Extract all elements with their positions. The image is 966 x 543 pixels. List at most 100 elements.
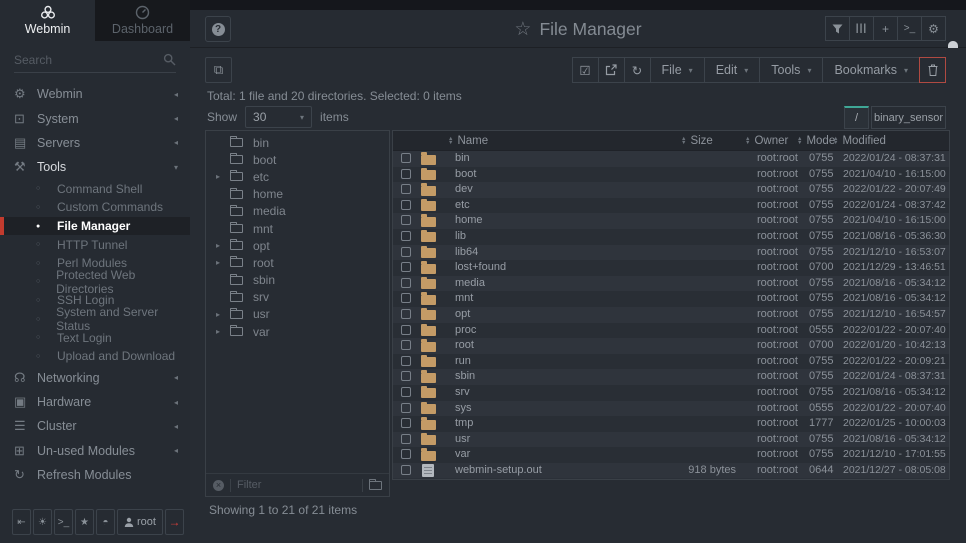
tree-item-usr[interactable]: ▸usr — [206, 306, 389, 323]
row-checkbox[interactable] — [401, 231, 411, 241]
row-checkbox[interactable] — [401, 247, 411, 257]
add-button[interactable]: + — [873, 16, 898, 41]
cell-name[interactable]: lib — [455, 229, 466, 245]
cell-name[interactable]: sbin — [455, 369, 475, 385]
path-segment-input[interactable] — [871, 106, 946, 129]
cell-name[interactable]: etc — [455, 198, 470, 214]
tree-item-media[interactable]: media — [206, 203, 389, 220]
tree-filter-input[interactable] — [237, 479, 356, 491]
cell-name[interactable]: lost+found — [455, 260, 506, 276]
theme-button[interactable]: ☀ — [33, 509, 52, 535]
sidebar-category-servers[interactable]: ▤Servers◂ — [0, 131, 190, 155]
sidebar-item-upload-and-download[interactable]: ○Upload and Download — [0, 347, 190, 366]
table-row-home[interactable]: homeroot:root07552021/04/10 - 16:15:00 — [393, 213, 949, 229]
row-checkbox[interactable] — [401, 340, 411, 350]
row-checkbox[interactable] — [401, 153, 411, 163]
cell-name[interactable]: mnt — [455, 291, 473, 307]
column-header-name[interactable]: ▲▼Name — [448, 131, 488, 151]
sidebar-item-file-manager[interactable]: ●File Manager — [0, 217, 190, 236]
tree-item-home[interactable]: home — [206, 186, 389, 203]
tree-item-srv[interactable]: srv — [206, 289, 389, 306]
cell-name[interactable]: tmp — [455, 416, 473, 432]
table-row-opt[interactable]: optroot:root07552021/12/10 - 16:54:57 — [393, 307, 949, 323]
tree-item-bin[interactable]: bin — [206, 134, 389, 151]
row-checkbox[interactable] — [401, 403, 411, 413]
table-row-root[interactable]: rootroot:root07002022/01/20 - 10:42:13 — [393, 338, 949, 354]
table-row-boot[interactable]: bootroot:root07552021/04/10 - 16:15:00 — [393, 167, 949, 183]
table-row-var[interactable]: varroot:root07552021/12/10 - 17:01:55 — [393, 447, 949, 463]
sidebar-item-http-tunnel[interactable]: ○HTTP Tunnel — [0, 235, 190, 254]
edit-menu-button[interactable]: Edit ▾ — [704, 57, 761, 83]
cell-name[interactable]: var — [455, 447, 470, 463]
row-checkbox[interactable] — [401, 449, 411, 459]
table-row-mnt[interactable]: mntroot:root07552021/08/16 - 05:34:12 — [393, 291, 949, 307]
tree-item-mnt[interactable]: mnt — [206, 220, 389, 237]
terminal-button[interactable]: >_ — [897, 16, 922, 41]
clone-panel-button[interactable]: ⧉ — [205, 57, 232, 83]
tree-item-boot[interactable]: boot — [206, 151, 389, 168]
row-checkbox[interactable] — [401, 309, 411, 319]
table-row-sys[interactable]: sysroot:root05552022/01/22 - 20:07:40 — [393, 401, 949, 417]
column-header-owner[interactable]: ▲▼Owner — [745, 131, 788, 151]
table-row-sbin[interactable]: sbinroot:root07552022/01/24 - 08:37:31 — [393, 369, 949, 385]
row-checkbox[interactable] — [401, 434, 411, 444]
root-path-button[interactable]: / — [844, 106, 869, 129]
table-row-srv[interactable]: srvroot:root07552021/08/16 - 05:34:12 — [393, 385, 949, 401]
sidebar-item-protected-web-directories[interactable]: ○Protected Web Directories — [0, 273, 190, 292]
language-button[interactable]: ◓ — [96, 509, 115, 535]
select-all-button[interactable]: ☑ — [572, 57, 599, 83]
column-header-mode[interactable]: ▲▼Mode — [797, 131, 835, 151]
cell-name[interactable]: boot — [455, 167, 476, 183]
refresh-button[interactable]: ↻ — [624, 57, 651, 83]
cell-name[interactable]: bin — [455, 151, 470, 167]
trash-button[interactable] — [919, 57, 946, 83]
search-input[interactable] — [14, 53, 154, 67]
cell-name[interactable]: srv — [455, 385, 470, 401]
table-row-proc[interactable]: procroot:root05552022/01/22 - 20:07:40 — [393, 323, 949, 339]
table-row-tmp[interactable]: tmproot:root17772022/01/25 - 10:00:03 — [393, 416, 949, 432]
sidebar-category-networking[interactable]: ☊Networking◂ — [0, 366, 190, 390]
sidebar-category-refresh-modules[interactable]: ↻Refresh Modules — [0, 463, 190, 487]
cell-name[interactable]: run — [455, 354, 471, 370]
row-checkbox[interactable] — [401, 371, 411, 381]
favorite-star-icon[interactable]: ☆ — [514, 20, 531, 39]
cell-name[interactable]: webmin-setup.out — [455, 463, 542, 479]
tree-item-etc[interactable]: ▸etc — [206, 168, 389, 185]
sidebar-category-system[interactable]: ⊡System◂ — [0, 106, 190, 130]
row-checkbox[interactable] — [401, 387, 411, 397]
tools-menu-button[interactable]: Tools ▾ — [759, 57, 823, 83]
cell-name[interactable]: sys — [455, 401, 472, 417]
row-checkbox[interactable] — [401, 278, 411, 288]
tree-item-opt[interactable]: ▸opt — [206, 237, 389, 254]
row-checkbox[interactable] — [401, 169, 411, 179]
column-header-modified[interactable]: ▲▼Modified — [833, 131, 886, 151]
cell-name[interactable]: media — [455, 276, 485, 292]
collapse-sidebar-button[interactable]: ⇤ — [12, 509, 31, 535]
sidebar-category-hardware[interactable]: ▣Hardware◂ — [0, 390, 190, 414]
row-checkbox[interactable] — [401, 262, 411, 272]
bookmarks-menu-button[interactable]: Bookmarks ▾ — [822, 57, 920, 83]
row-checkbox[interactable] — [401, 184, 411, 194]
cell-name[interactable]: root — [455, 338, 474, 354]
cell-name[interactable]: usr — [455, 432, 470, 448]
sidebar-category-un-used-modules[interactable]: ⊞Un-used Modules◂ — [0, 439, 190, 463]
row-checkbox[interactable] — [401, 200, 411, 210]
sidebar-category-cluster[interactable]: ☰Cluster◂ — [0, 414, 190, 438]
table-row-lost-found[interactable]: lost+foundroot:root07002021/12/29 - 13:4… — [393, 260, 949, 276]
tree-item-root[interactable]: ▸root — [206, 254, 389, 271]
row-checkbox[interactable] — [401, 325, 411, 335]
row-checkbox[interactable] — [401, 465, 411, 475]
shell-button[interactable]: >_ — [54, 509, 73, 535]
file-menu-button[interactable]: File ▾ — [650, 57, 705, 83]
filter-button[interactable] — [825, 16, 850, 41]
row-checkbox[interactable] — [401, 356, 411, 366]
column-header-size[interactable]: ▲▼Size — [681, 131, 713, 151]
sidebar-item-custom-commands[interactable]: ○Custom Commands — [0, 198, 190, 217]
row-checkbox[interactable] — [401, 215, 411, 225]
sidebar-category-webmin[interactable]: ⚙Webmin◂ — [0, 82, 190, 106]
logout-button[interactable]: → — [165, 509, 184, 535]
row-checkbox[interactable] — [401, 293, 411, 303]
table-row-etc[interactable]: etcroot:root07552022/01/24 - 08:37:42 — [393, 198, 949, 214]
tab-webmin[interactable]: Webmin — [0, 0, 95, 41]
cell-name[interactable]: proc — [455, 323, 476, 339]
